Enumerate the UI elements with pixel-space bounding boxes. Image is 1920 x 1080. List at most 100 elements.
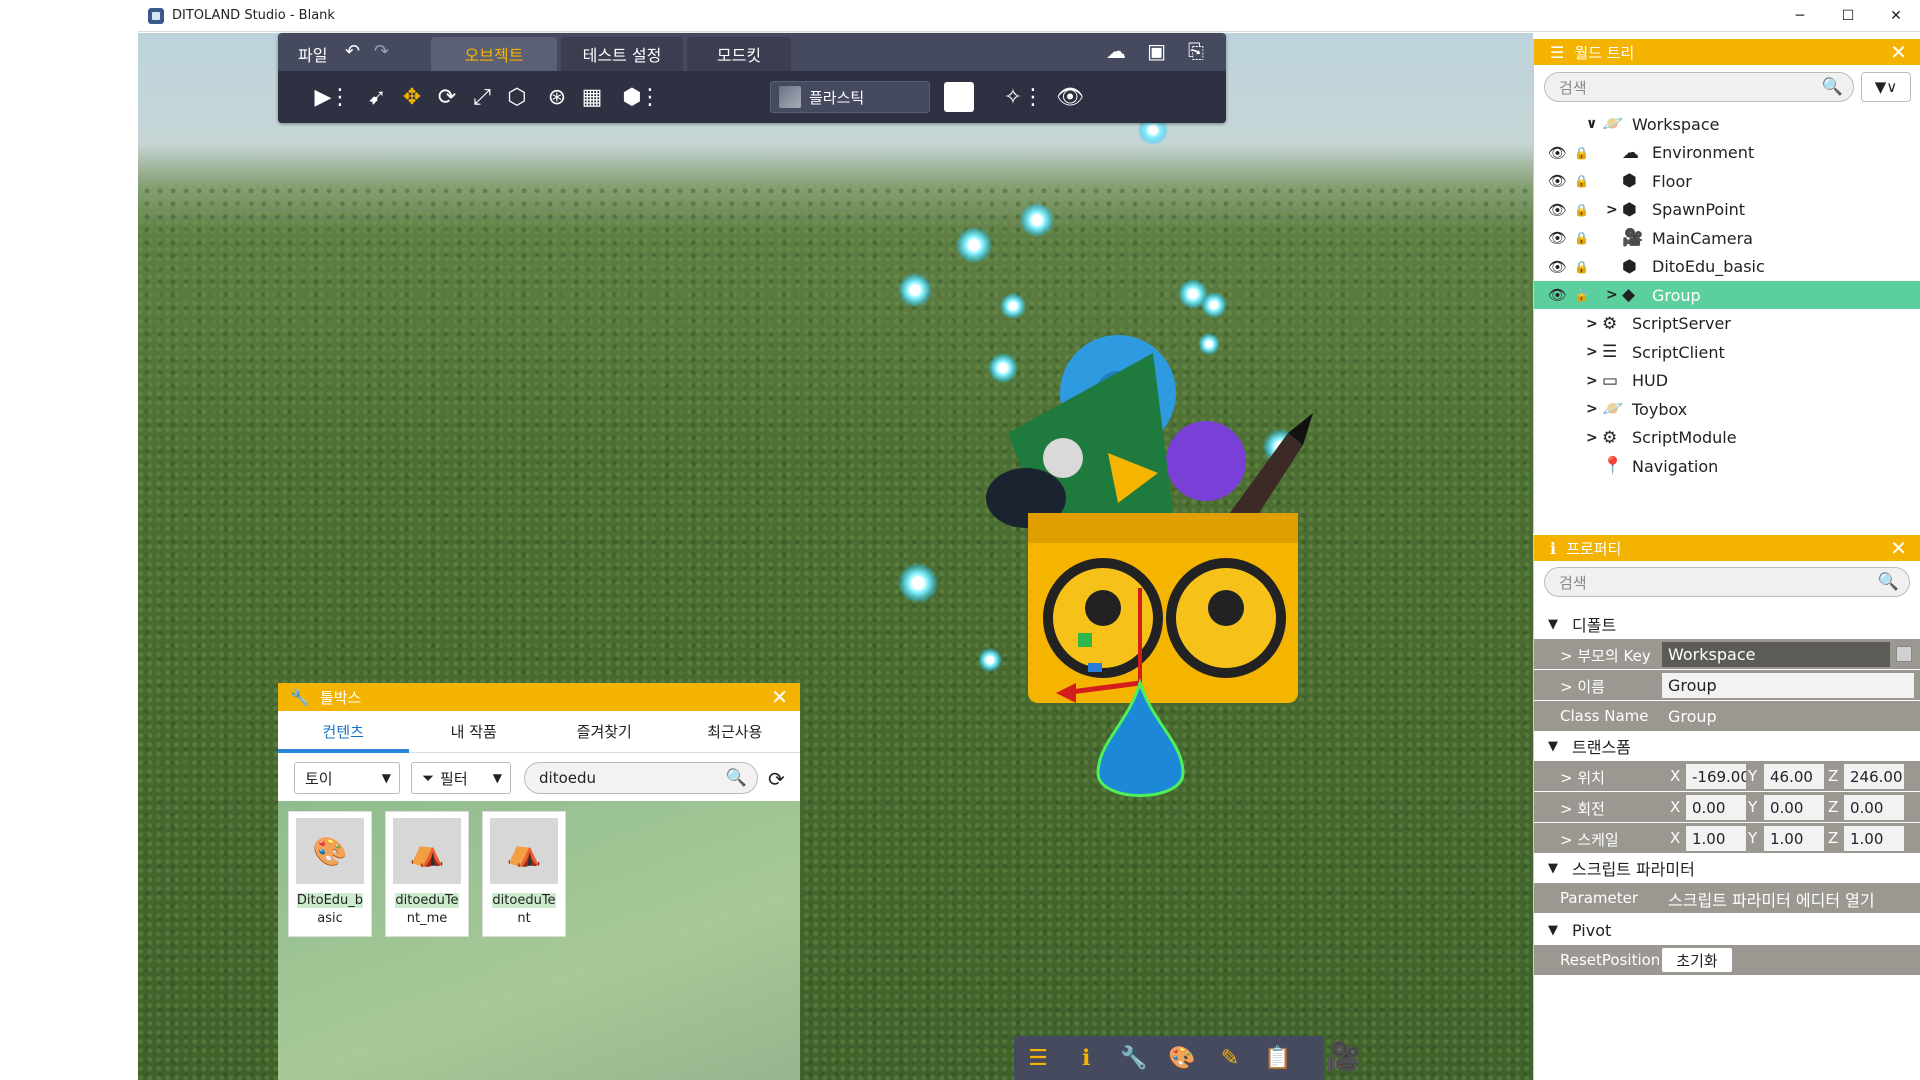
chevron-right-icon[interactable]: > <box>1586 344 1598 360</box>
toolbox-item[interactable]: ⛺ ditoeduTe nt <box>482 811 566 937</box>
eye-icon[interactable]: 👁 <box>1548 286 1567 304</box>
tree-node-group[interactable]: 👁 🔒 > ◆ Group <box>1534 281 1920 309</box>
tree-node-maincamera[interactable]: 👁 🔒 🎥 MainCamera <box>1534 224 1920 252</box>
chevron-right-icon[interactable]: > <box>1606 202 1618 218</box>
section-script-params[interactable]: ▼ 스크립트 파라미터 <box>1534 853 1920 883</box>
eye-icon[interactable]: 👁 <box>1548 229 1567 247</box>
toolbox-item[interactable]: ⛺ ditoeduTe nt_me <box>385 811 469 937</box>
minimize-button[interactable]: ─ <box>1776 0 1824 32</box>
export-icon[interactable]: ⎘ <box>1188 39 1204 63</box>
lock-icon[interactable]: 🔒 <box>1574 231 1589 245</box>
scale-x-field[interactable]: 1.00 <box>1686 826 1746 851</box>
redo-icon[interactable]: ↷ <box>374 41 389 62</box>
tab-my-works[interactable]: 내 작품 <box>409 711 540 752</box>
lock-icon[interactable]: 🔒 <box>1574 174 1589 188</box>
scale-y-field[interactable]: 1.00 <box>1764 826 1824 851</box>
tree-node-scriptserver[interactable]: > ⚙ ScriptServer <box>1534 310 1920 338</box>
more-icon[interactable]: ⋮ <box>639 81 661 113</box>
toolbox-toggle-icon[interactable]: 🔧 <box>1110 1046 1158 1071</box>
lock-icon[interactable]: 🔒 <box>1574 146 1589 160</box>
search-icon[interactable]: 🔍 <box>726 768 747 788</box>
info-toggle-icon[interactable]: ℹ <box>1062 1046 1110 1071</box>
toolbox-item[interactable]: 🎨 DitoEdu_b asic <box>288 811 372 937</box>
category-dropdown[interactable]: 토이 ▼ <box>294 762 400 794</box>
scale-tool-icon[interactable]: ⤢ <box>465 81 499 113</box>
physics-icon[interactable]: ⊛ <box>540 81 574 113</box>
worldtree-search-input[interactable]: 검색 🔍 <box>1544 72 1854 102</box>
tab-favorites[interactable]: 즐겨찾기 <box>539 711 670 752</box>
maximize-button[interactable]: ☐ <box>1824 0 1872 32</box>
tree-node-scriptclient[interactable]: > ☰ ScriptClient <box>1534 338 1920 366</box>
search-icon[interactable]: 🔍 <box>1878 572 1899 592</box>
parent-key-button[interactable] <box>1896 646 1912 662</box>
tree-node-scriptmodule[interactable]: > ⚙ ScriptModule <box>1534 424 1920 452</box>
rotation-z-field[interactable]: 0.00 <box>1844 795 1904 820</box>
eye-icon[interactable]: 👁 <box>1548 201 1567 219</box>
visibility-filter-icon[interactable]: 👁 <box>1053 81 1087 113</box>
rotation-y-field[interactable]: 0.00 <box>1764 795 1824 820</box>
eye-icon[interactable]: 👁 <box>1548 172 1567 190</box>
material-dropdown[interactable]: 플라스틱 <box>770 81 930 113</box>
color-picker[interactable] <box>944 82 974 112</box>
cloud-upload-icon[interactable]: ☁ <box>1106 39 1126 63</box>
tree-node-environment[interactable]: 👁 🔒 ☁ Environment <box>1534 139 1920 167</box>
tree-node-floor[interactable]: 👁 🔒 ⬢ Floor <box>1534 167 1920 195</box>
lock-icon[interactable]: 🔒 <box>1574 203 1589 217</box>
position-z-field[interactable]: 246.00 <box>1844 764 1904 789</box>
toolbox-search-input[interactable]: ditoedu 🔍 <box>524 762 758 794</box>
notes-toggle-icon[interactable]: 📋 <box>1254 1046 1302 1071</box>
palette-toggle-icon[interactable]: 🎨 <box>1158 1046 1206 1071</box>
name-field[interactable]: Group <box>1662 673 1914 698</box>
reset-button[interactable]: 초기화 <box>1662 948 1732 972</box>
parent-key-value[interactable]: Workspace <box>1662 642 1890 667</box>
rotation-x-field[interactable]: 0.00 <box>1686 795 1746 820</box>
tree-filter-button[interactable]: ▼∨ <box>1861 72 1911 102</box>
tree-node-navigation[interactable]: 📍 Navigation <box>1534 452 1920 480</box>
filter-dropdown[interactable]: ⏷ 필터 ▼ <box>411 762 511 794</box>
worldtree-toggle-icon[interactable]: ☰ <box>1014 1046 1062 1071</box>
close-icon[interactable]: ✕ <box>1890 536 1907 560</box>
lock-icon[interactable]: 🔒 <box>1574 260 1589 274</box>
undo-icon[interactable]: ↶ <box>345 41 360 62</box>
search-icon[interactable]: 🔍 <box>1822 77 1843 97</box>
tab-modkit[interactable]: 모드킷 <box>687 37 791 71</box>
position-x-field[interactable]: -169.00 <box>1686 764 1746 789</box>
select-tool-icon[interactable]: ➹ <box>360 81 394 113</box>
chevron-right-icon[interactable]: > <box>1586 401 1598 417</box>
toybox-model[interactable] <box>968 303 1328 803</box>
tree-node-toybox[interactable]: > 🪐 Toybox <box>1534 395 1920 423</box>
camera-icon[interactable]: 🎥 <box>1326 1040 1361 1073</box>
transform-tool-icon[interactable]: ⬡ <box>500 81 534 113</box>
properties-search-input[interactable]: 검색 🔍 <box>1544 567 1910 597</box>
tab-recent[interactable]: 최근사용 <box>670 711 801 752</box>
more-icon[interactable]: ⋮ <box>1022 81 1044 113</box>
tab-object[interactable]: 오브젝트 <box>431 37 557 71</box>
tree-node-hud[interactable]: > ▭ HUD <box>1534 367 1920 395</box>
refresh-icon[interactable]: ⟳ <box>768 767 785 791</box>
close-icon[interactable]: ✕ <box>771 685 788 709</box>
grid-icon[interactable]: ▦ <box>575 81 609 113</box>
chevron-right-icon[interactable]: > <box>1586 316 1598 332</box>
open-param-editor-link[interactable]: 스크립트 파라미터 에디터 열기 <box>1662 886 1875 911</box>
tab-contents[interactable]: 컨텐츠 <box>278 711 409 753</box>
more-icon[interactable]: ⋮ <box>329 81 351 113</box>
section-pivot[interactable]: ▼ Pivot <box>1534 915 1920 945</box>
lock-icon[interactable]: 🔒 <box>1574 288 1589 302</box>
tree-node-ditoedu-basic[interactable]: 👁 🔒 ⬢ DitoEdu_basic <box>1534 253 1920 281</box>
save-icon[interactable]: ▣ <box>1147 39 1166 63</box>
file-menu[interactable]: 파일 <box>298 42 327 66</box>
chevron-right-icon[interactable]: > <box>1586 373 1598 389</box>
chevron-down-icon[interactable]: ∨ <box>1586 116 1597 132</box>
move-tool-icon[interactable]: ✥ <box>395 81 429 113</box>
tree-node-workspace[interactable]: ∨ 🪐 Workspace <box>1534 110 1920 138</box>
editor-toggle-icon[interactable]: ✎ <box>1206 1046 1254 1071</box>
section-default[interactable]: ▼ 디폴트 <box>1534 609 1920 639</box>
position-y-field[interactable]: 46.00 <box>1764 764 1824 789</box>
section-transform[interactable]: ▼ 트랜스폼 <box>1534 731 1920 761</box>
scale-z-field[interactable]: 1.00 <box>1844 826 1904 851</box>
close-window-button[interactable]: ✕ <box>1872 0 1920 32</box>
chevron-right-icon[interactable]: > <box>1606 287 1618 303</box>
eye-icon[interactable]: 👁 <box>1548 258 1567 276</box>
tree-node-spawnpoint[interactable]: 👁 🔒 > ⬢ SpawnPoint <box>1534 196 1920 224</box>
eye-icon[interactable]: 👁 <box>1548 144 1567 162</box>
